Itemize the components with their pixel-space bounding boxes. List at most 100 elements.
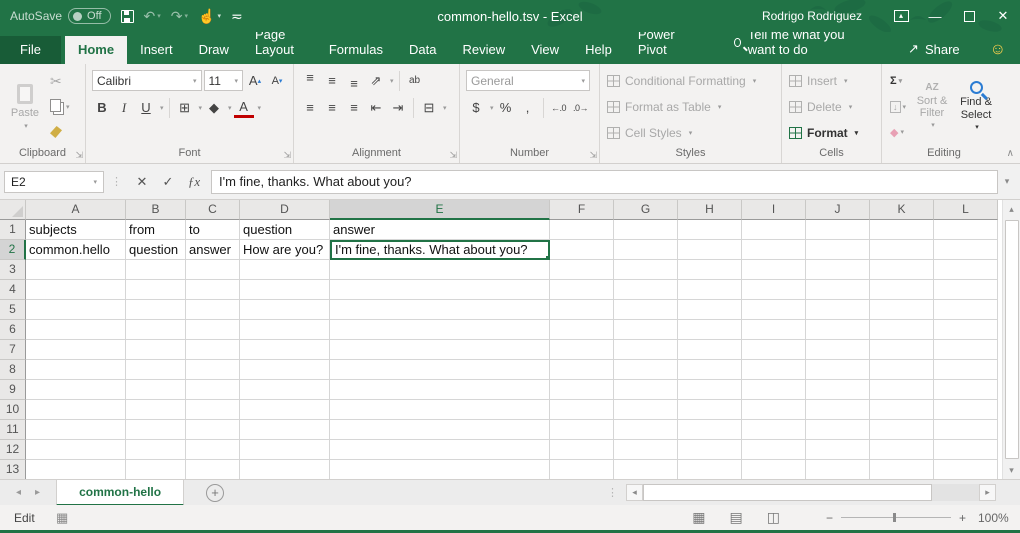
bold-button[interactable]: B [92, 97, 112, 118]
cell-C1[interactable]: to [186, 220, 240, 240]
cell-H13[interactable] [678, 460, 742, 479]
cell-J13[interactable] [806, 460, 870, 479]
cell-B4[interactable] [126, 280, 186, 300]
cell-F9[interactable] [550, 380, 614, 400]
cell-J2[interactable] [806, 240, 870, 260]
page-layout-view-icon[interactable]: ▤ [730, 509, 743, 526]
name-box-dropdown-icon[interactable]: ▾ [93, 178, 97, 186]
tab-formulas[interactable]: Formulas [316, 36, 396, 64]
percent-button[interactable]: % [496, 97, 516, 118]
cell-K7[interactable] [870, 340, 934, 360]
cell-H11[interactable] [678, 420, 742, 440]
cell-B10[interactable] [126, 400, 186, 420]
delete-cells-button[interactable]: Delete▾ [786, 96, 877, 117]
cell-J11[interactable] [806, 420, 870, 440]
align-left-button[interactable]: ≡ [300, 97, 320, 118]
horizontal-scroll-track[interactable] [643, 484, 979, 501]
row-header-13[interactable]: 13 [0, 460, 26, 479]
column-header-J[interactable]: J [806, 200, 870, 220]
insert-cells-button[interactable]: Insert▾ [786, 70, 877, 91]
shrink-font-button[interactable]: A▾ [267, 70, 287, 91]
scroll-left-icon[interactable]: ◂ [626, 484, 643, 501]
align-bottom-button[interactable]: ≡ [344, 70, 364, 91]
close-button[interactable]: ✕ [986, 0, 1020, 32]
conditional-formatting-button[interactable]: Conditional Formatting▾ [604, 70, 777, 91]
cell-L8[interactable] [934, 360, 998, 380]
cell-E4[interactable] [330, 280, 550, 300]
column-header-D[interactable]: D [240, 200, 330, 220]
cell-L10[interactable] [934, 400, 998, 420]
cell-D13[interactable] [240, 460, 330, 479]
cell-J7[interactable] [806, 340, 870, 360]
cell-I5[interactable] [742, 300, 806, 320]
cell-C11[interactable] [186, 420, 240, 440]
cell-L4[interactable] [934, 280, 998, 300]
number-format-combo[interactable]: General▾ [466, 70, 590, 91]
cell-B9[interactable] [126, 380, 186, 400]
align-middle-button[interactable]: ≡ [322, 70, 342, 91]
cell-H4[interactable] [678, 280, 742, 300]
cell-C2[interactable]: answer [186, 240, 240, 260]
select-all-corner[interactable] [0, 200, 26, 220]
cell-D11[interactable] [240, 420, 330, 440]
row-header-4[interactable]: 4 [0, 280, 26, 300]
cell-J4[interactable] [806, 280, 870, 300]
expand-formula-bar-icon[interactable]: ▾ [998, 176, 1016, 187]
cell-D5[interactable] [240, 300, 330, 320]
column-header-G[interactable]: G [614, 200, 678, 220]
cell-K9[interactable] [870, 380, 934, 400]
cell-J3[interactable] [806, 260, 870, 280]
cell-C10[interactable] [186, 400, 240, 420]
cell-C5[interactable] [186, 300, 240, 320]
cell-F13[interactable] [550, 460, 614, 479]
tab-review[interactable]: Review [449, 36, 518, 64]
cell-G3[interactable] [614, 260, 678, 280]
cell-E3[interactable] [330, 260, 550, 280]
underline-button[interactable]: U [136, 97, 156, 118]
cell-F7[interactable] [550, 340, 614, 360]
cell-G7[interactable] [614, 340, 678, 360]
paste-button[interactable]: Paste ▾ [4, 67, 46, 146]
redo-button[interactable]: ↷▾ [171, 8, 188, 25]
touch-mouse-mode-button[interactable]: ☝▾ [198, 8, 221, 25]
scroll-up-icon[interactable]: ▴ [1003, 200, 1020, 218]
tab-help[interactable]: Help [572, 36, 625, 64]
cell-B11[interactable] [126, 420, 186, 440]
cell-F1[interactable] [550, 220, 614, 240]
cell-I8[interactable] [742, 360, 806, 380]
find-select-button[interactable]: Find & Select ▾ [954, 67, 998, 146]
cell-E7[interactable] [330, 340, 550, 360]
zoom-slider[interactable] [841, 517, 951, 518]
horizontal-scrollbar[interactable]: ◂ ▸ [626, 484, 996, 501]
cell-B2[interactable]: question [126, 240, 186, 260]
cell-A12[interactable] [26, 440, 126, 460]
horizontal-scroll-thumb[interactable] [643, 484, 932, 501]
macro-record-icon[interactable]: ▦ [56, 510, 68, 526]
row-header-12[interactable]: 12 [0, 440, 26, 460]
cell-I12[interactable] [742, 440, 806, 460]
cell-H5[interactable] [678, 300, 742, 320]
insert-function-button[interactable]: ƒx [181, 170, 207, 194]
zoom-out-icon[interactable]: − [826, 511, 833, 525]
cell-A9[interactable] [26, 380, 126, 400]
cell-I6[interactable] [742, 320, 806, 340]
row-header-7[interactable]: 7 [0, 340, 26, 360]
cell-K12[interactable] [870, 440, 934, 460]
fill-handle[interactable] [545, 255, 550, 260]
cell-I10[interactable] [742, 400, 806, 420]
cell-A4[interactable] [26, 280, 126, 300]
format-as-table-button[interactable]: Format as Table▾ [604, 96, 777, 117]
cell-H12[interactable] [678, 440, 742, 460]
redo-dropdown-icon[interactable]: ▾ [185, 12, 189, 20]
row-header-3[interactable]: 3 [0, 260, 26, 280]
tab-split-handle[interactable]: ⋮ [607, 486, 618, 499]
cell-J12[interactable] [806, 440, 870, 460]
cell-B7[interactable] [126, 340, 186, 360]
cell-F6[interactable] [550, 320, 614, 340]
cell-K2[interactable] [870, 240, 934, 260]
cell-J8[interactable] [806, 360, 870, 380]
cell-G12[interactable] [614, 440, 678, 460]
autosave-toggle[interactable]: AutoSave Off [10, 8, 111, 24]
cell-F5[interactable] [550, 300, 614, 320]
cell-A13[interactable] [26, 460, 126, 479]
